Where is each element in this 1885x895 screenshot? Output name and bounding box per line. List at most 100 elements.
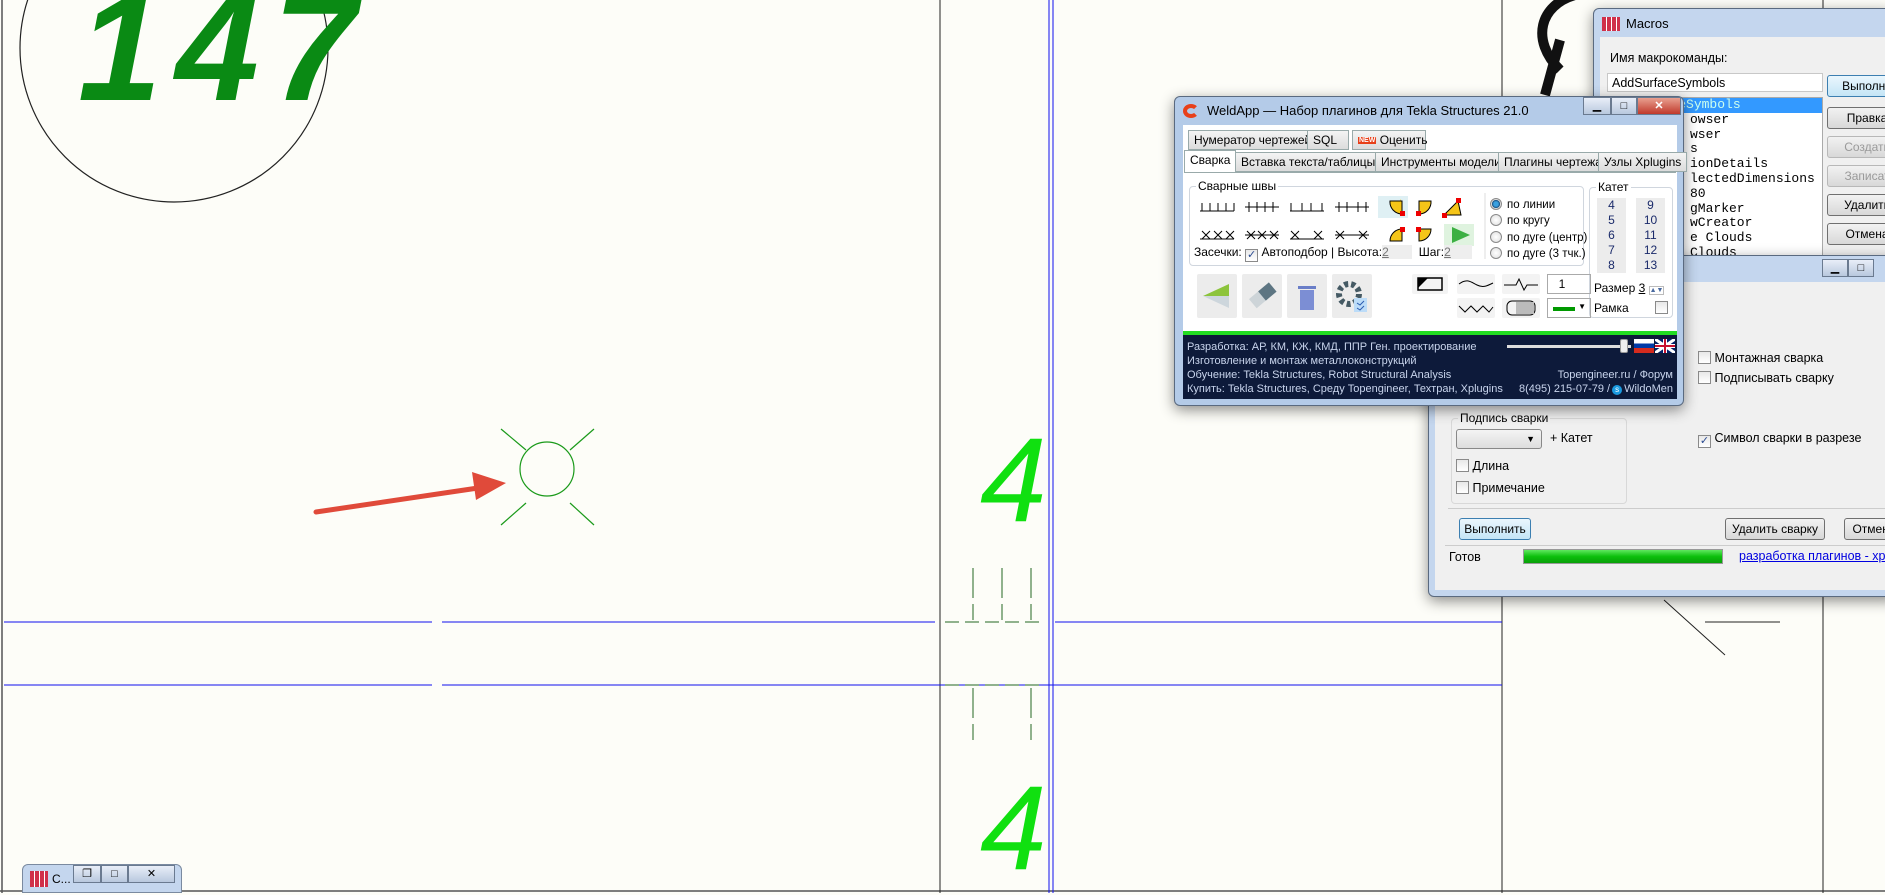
mode-radio-arc-center[interactable]: по дуге (центр) xyxy=(1490,231,1587,244)
size-spinner[interactable]: 3 xyxy=(1639,281,1646,295)
katet-value[interactable]: 5 xyxy=(1597,213,1626,228)
divider xyxy=(1448,508,1885,509)
mode-radio-arc-3pt[interactable]: по дуге (3 тчк.) xyxy=(1490,247,1586,260)
weld-dash xyxy=(945,621,1040,686)
montage-weld-checkbox[interactable]: Монтажная сварка xyxy=(1698,351,1823,365)
wave-line-button[interactable] xyxy=(1457,274,1495,294)
maximize-button[interactable]: □ xyxy=(1611,97,1637,115)
notches-checkbox[interactable]: ✓ xyxy=(1245,249,1259,262)
weld-size-label: 4 xyxy=(980,413,1047,547)
katet-value[interactable]: 8 xyxy=(1597,258,1626,273)
uk-flag-icon[interactable] xyxy=(1654,337,1676,355)
checkbox[interactable] xyxy=(1698,371,1711,384)
frame-shape-button[interactable] xyxy=(1412,274,1448,294)
section-symbol-checkbox[interactable]: ✓ Символ сварки в разрезе xyxy=(1698,431,1861,448)
katet-value[interactable]: 13 xyxy=(1636,258,1665,273)
caption-dropdown[interactable]: ▼ xyxy=(1456,429,1542,449)
tab-xplugins-nodes[interactable]: Узлы Xplugins xyxy=(1598,152,1688,172)
weld-cross3-icon xyxy=(1290,230,1324,240)
checkbox[interactable]: ✓ xyxy=(1698,435,1711,448)
weldapp-window: WeldApp — Набор плагинов для Tekla Struc… xyxy=(1174,96,1688,406)
xplugins-link[interactable]: разработка плагинов - xplugins xyxy=(1739,549,1885,563)
frame-checkbox[interactable] xyxy=(1655,301,1668,314)
restore-button[interactable]: ❐ xyxy=(73,865,101,883)
note-checkbox[interactable]: Примечание xyxy=(1456,481,1545,495)
tab-welding[interactable]: Сварка xyxy=(1184,150,1237,172)
checkbox[interactable] xyxy=(1456,459,1469,472)
eraser-button[interactable] xyxy=(1242,274,1282,318)
line-count-spinner[interactable]: 1 xyxy=(1547,274,1591,294)
katet-value[interactable]: 9 xyxy=(1636,198,1665,213)
delete-macro-button[interactable]: Удалить xyxy=(1827,194,1885,216)
tab-drawing-plugins[interactable]: Плагины чертежа xyxy=(1498,152,1608,172)
surface-symbol[interactable] xyxy=(500,428,595,526)
sign-weld-checkbox[interactable]: Подписывать сварку xyxy=(1698,371,1834,385)
settings-button[interactable] xyxy=(1332,274,1372,318)
minimize-button[interactable]: ▁ xyxy=(1822,259,1848,277)
record-macro-button: Записат xyxy=(1827,165,1885,187)
progress-fill xyxy=(1524,550,1722,563)
trash-button[interactable] xyxy=(1287,274,1327,318)
katet-value[interactable]: 11 xyxy=(1636,228,1665,243)
mode-radio-line[interactable]: по линии xyxy=(1490,198,1555,211)
cloud-hatch-button[interactable] xyxy=(1502,298,1540,318)
frame-label: Рамка xyxy=(1594,301,1629,315)
checkbox-label: Символ сварки в разрезе xyxy=(1714,431,1862,445)
katet-value[interactable]: 12 xyxy=(1636,243,1665,258)
line-color-dropdown[interactable]: ▼ xyxy=(1547,298,1591,318)
run-macro-button[interactable]: Выполни xyxy=(1827,75,1885,97)
forum-link[interactable]: Topengineer.ru / Форум xyxy=(1558,369,1673,381)
cancel-macro-button[interactable]: Отмена xyxy=(1827,223,1885,245)
slider-thumb[interactable] xyxy=(1619,339,1628,353)
arrow-tool-button[interactable] xyxy=(1197,274,1237,318)
macro-name-label: Имя макрокоманды: xyxy=(1610,51,1728,65)
mode-radio-circle[interactable]: по кругу xyxy=(1490,214,1550,227)
edit-macro-button[interactable]: Правка xyxy=(1827,107,1885,129)
katet-column[interactable]: 45678 xyxy=(1597,198,1626,273)
close-button[interactable]: ✕ xyxy=(1637,97,1681,115)
minimize-button[interactable]: ▁ xyxy=(1583,97,1611,115)
tab-rate[interactable]: NEW Оценить xyxy=(1352,130,1428,150)
delete-weld-button[interactable]: Удалить сварку xyxy=(1725,518,1825,540)
radio-label: по кругу xyxy=(1507,215,1550,227)
maximize-button[interactable]: □ xyxy=(101,865,128,883)
macro-name-input[interactable]: AddSurfaceSymbols xyxy=(1607,73,1823,92)
tekla-icon xyxy=(30,871,48,887)
close-button[interactable]: ✕ xyxy=(128,865,175,883)
minimized-window[interactable]: C... ❐ □ ✕ xyxy=(22,864,182,893)
weldapp-logo-icon xyxy=(1183,104,1199,118)
checkbox-label: Длина xyxy=(1472,459,1510,473)
russian-flag-icon[interactable] xyxy=(1634,339,1654,353)
footer-panel: Разработка: АР, КМ, КЖ, КМД, ППР Ген. пр… xyxy=(1183,335,1677,399)
step-input[interactable]: 2 xyxy=(1444,245,1473,259)
create-macro-button: Создать xyxy=(1827,136,1885,158)
color-swatch xyxy=(1553,307,1575,311)
katet-value[interactable]: 6 xyxy=(1597,228,1626,243)
height-label: Высота: xyxy=(1337,245,1383,259)
height-input[interactable]: 2 xyxy=(1382,245,1413,259)
group-label: Подпись сварки xyxy=(1458,411,1551,425)
maximize-button[interactable]: □ xyxy=(1848,259,1874,277)
length-checkbox[interactable]: Длина xyxy=(1456,459,1509,473)
checkbox[interactable] xyxy=(1456,481,1469,494)
spinner-arrows-icon[interactable]: ▲▼ xyxy=(1648,286,1665,295)
skype-link[interactable]: WildoMen xyxy=(1624,383,1673,395)
tab-insert-text-table[interactable]: Вставка текста/таблицы xyxy=(1235,152,1382,172)
radio-label: по дуге (3 тчк.) xyxy=(1507,248,1586,260)
katet-value[interactable]: 4 xyxy=(1597,198,1626,213)
checkbox-label: Подписывать сварку xyxy=(1714,371,1834,385)
cancel-button[interactable]: Отмена xyxy=(1844,518,1885,540)
checkbox[interactable] xyxy=(1698,351,1711,364)
katet-value[interactable]: 7 xyxy=(1597,243,1626,258)
zigzag-line-button[interactable] xyxy=(1457,298,1495,318)
tab-model-tools[interactable]: Инструменты модели xyxy=(1375,152,1507,172)
opacity-slider[interactable] xyxy=(1507,339,1631,353)
katet-group: Катет 45678 9 10 11 12 13 Размер 3 ▲▼ Рамка xyxy=(1589,180,1673,318)
run-button[interactable]: Выполнить xyxy=(1459,518,1531,540)
katet-column[interactable]: 9 10 11 12 13 xyxy=(1636,198,1665,273)
break-line-button[interactable] xyxy=(1502,274,1540,294)
footer-text: Обучение: Tekla Structures, Robot Struct… xyxy=(1187,369,1452,381)
tab-drawing-numerator[interactable]: Нумератор чертежей xyxy=(1188,130,1318,150)
katet-value[interactable]: 10 xyxy=(1636,213,1665,228)
tab-sql[interactable]: SQL xyxy=(1307,130,1349,150)
